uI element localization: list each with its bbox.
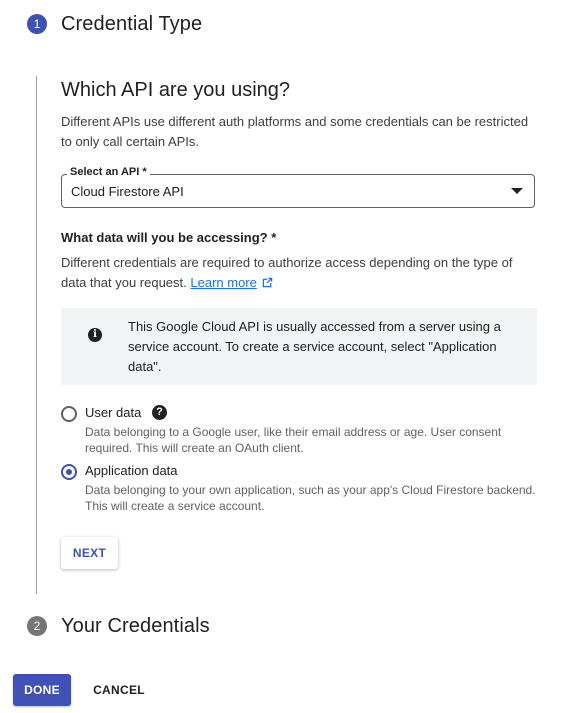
info-text: This Google Cloud API is usually accesse…	[128, 317, 518, 377]
data-question-text-prefix: data that you request.	[61, 275, 187, 290]
dropdown-arrow-icon[interactable]	[511, 188, 523, 194]
user-data-description-line2: required. This will create an OAuth clie…	[85, 441, 304, 455]
user-data-label[interactable]: User data	[85, 405, 141, 420]
application-data-label[interactable]: Application data	[85, 463, 178, 478]
info-text-line1: This Google Cloud API is usually accesse…	[128, 319, 501, 334]
data-question-text-line2: data that you request. Learn more	[61, 273, 273, 293]
api-select-label: Select an API *	[67, 166, 150, 178]
step-connector-line	[36, 76, 37, 594]
step-2-title[interactable]: Your Credentials	[61, 615, 210, 638]
step-1-number: 1	[27, 14, 47, 34]
user-data-description: Data belonging to a Google user, like th…	[85, 424, 525, 456]
application-data-radio[interactable]	[61, 464, 77, 480]
application-data-description: Data belonging to your own application, …	[85, 482, 545, 514]
section-heading: Which API are you using?	[61, 79, 291, 101]
data-question-label: What data will you be accessing? *	[61, 230, 277, 245]
info-text-line2: service account. To create a service acc…	[128, 339, 497, 354]
data-question-text-line1: Different credentials are required to au…	[61, 255, 513, 270]
info-icon: i	[88, 328, 102, 342]
user-data-description-line1: Data belonging to a Google user, like th…	[85, 425, 502, 439]
done-button[interactable]: DONE	[13, 674, 71, 706]
user-data-radio[interactable]	[61, 406, 77, 422]
api-select-value: Cloud Firestore API	[71, 184, 184, 199]
step-2-number: 2	[27, 616, 47, 636]
application-data-description-line2: This will create a service account.	[85, 499, 265, 513]
section-description-line1: Different APIs use different auth platfo…	[61, 114, 529, 129]
application-data-description-line1: Data belonging to your own application, …	[85, 483, 536, 497]
cancel-button[interactable]: CANCEL	[86, 674, 152, 706]
step-1-title: Credential Type	[61, 13, 203, 35]
learn-more-link[interactable]: Learn more	[190, 275, 256, 290]
next-button[interactable]: NEXT	[61, 537, 118, 569]
section-description-line2: to only call certain APIs.	[61, 134, 200, 149]
external-link-icon[interactable]	[262, 277, 273, 288]
info-text-line3: data".	[128, 359, 162, 374]
help-icon[interactable]: ?	[152, 405, 167, 420]
